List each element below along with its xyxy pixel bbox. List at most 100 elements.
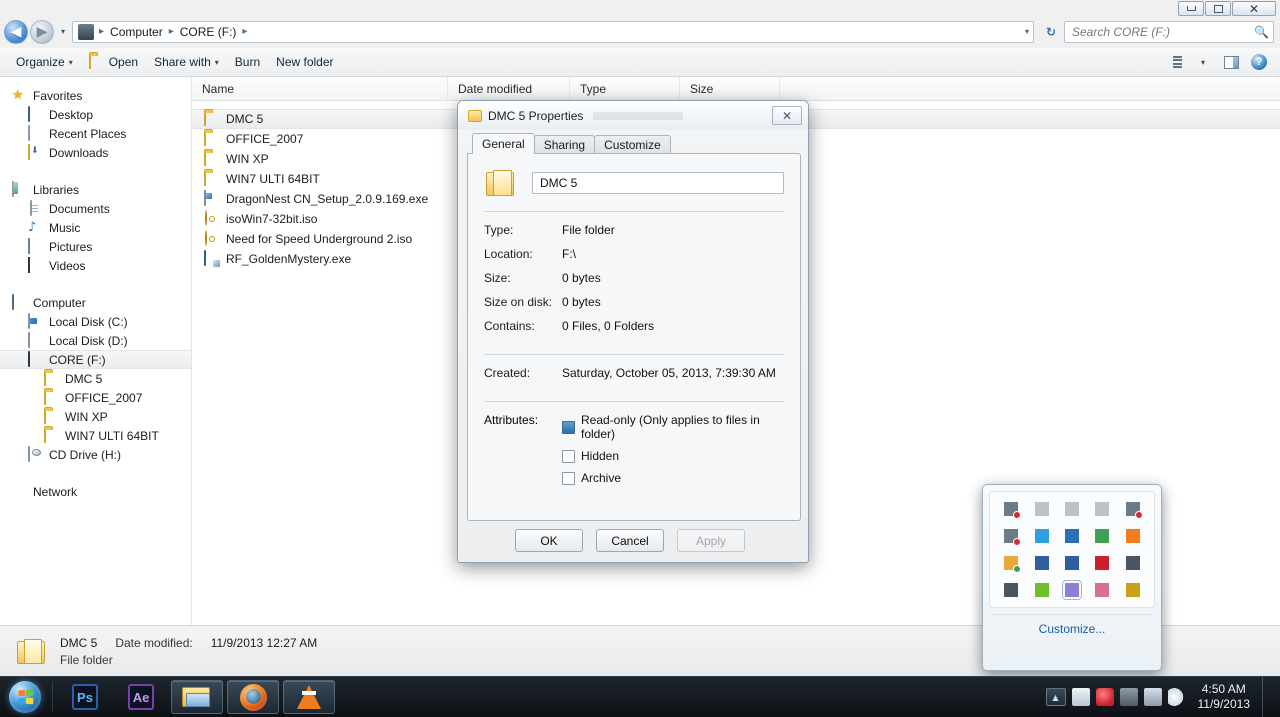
sidebar-item-cd-drive-h[interactable]: CD Drive (H:) <box>0 445 191 464</box>
hidden-checkbox[interactable] <box>562 449 575 463</box>
globe-money-icon[interactable] <box>1093 527 1112 545</box>
sidebar-item-downloads[interactable]: Downloads <box>0 143 191 162</box>
network-error-icon[interactable] <box>1119 688 1138 706</box>
column-header-type[interactable]: Type <box>570 76 680 101</box>
new-folder-button[interactable]: New folder <box>268 51 341 73</box>
breadcrumb-item-computer[interactable]: Computer <box>106 22 167 42</box>
network-disconnected-icon[interactable] <box>1002 500 1022 519</box>
preview-pane-button[interactable] <box>1218 51 1244 73</box>
tab-sharing[interactable]: Sharing <box>533 135 596 154</box>
network-inactive-icon[interactable] <box>1032 500 1051 518</box>
show-desktop-button[interactable] <box>1262 676 1272 717</box>
dialog-tabs: General Sharing Customize <box>467 133 801 154</box>
sidebar-item-office-2007[interactable]: OFFICE_2007 <box>0 388 191 407</box>
vlc-cone-icon[interactable] <box>1123 527 1142 545</box>
sidebar-item-dmc-5[interactable]: DMC 5 <box>0 369 191 388</box>
avatar-icon[interactable] <box>1093 581 1112 599</box>
start-button[interactable] <box>2 678 48 716</box>
action-center-icon[interactable] <box>1071 688 1090 706</box>
folder-name-input[interactable]: DMC 5 <box>532 172 784 194</box>
minimize-button[interactable] <box>1178 1 1204 16</box>
ok-button[interactable]: OK <box>515 529 583 552</box>
clock[interactable]: 4:50 AM 11/9/2013 <box>1192 682 1251 712</box>
column-header-date-modified[interactable]: Date modified <box>448 76 570 101</box>
help-button[interactable]: ? <box>1246 51 1272 73</box>
taskbar-button-vlc[interactable] <box>283 680 335 714</box>
sidebar-item-win-xp[interactable]: WIN XP <box>0 407 191 426</box>
organize-button[interactable]: Organize ▾ <box>8 51 81 73</box>
maximize-restore-button[interactable] <box>1205 1 1231 16</box>
taskbar-button-photoshop[interactable]: Ps <box>59 680 111 714</box>
power-plug-icon[interactable] <box>1095 688 1114 706</box>
taskbar-button-explorer[interactable] <box>171 680 223 714</box>
sync-icon[interactable] <box>1002 554 1022 573</box>
column-header-name[interactable]: Name <box>192 76 448 101</box>
tray-overflow-popup: Customize... <box>982 484 1162 671</box>
burn-button[interactable]: Burn <box>227 51 268 73</box>
checkbox-row-archive[interactable]: Archive <box>562 471 784 485</box>
sidebar-item-pictures[interactable]: Pictures <box>0 237 191 256</box>
back-button[interactable]: ◀ <box>4 19 28 44</box>
show-hidden-icons-button[interactable]: ▲ <box>1045 688 1066 706</box>
taskbar-button-after-effects[interactable]: Ae <box>115 680 167 714</box>
adobe-icon[interactable] <box>1093 554 1112 572</box>
headphones-icon[interactable] <box>1123 554 1142 572</box>
readonly-checkbox[interactable] <box>562 420 575 434</box>
checkbox-row-readonly[interactable]: Read-only (Only applies to files in fold… <box>562 413 784 441</box>
view-dropdown-button[interactable]: ▾ <box>1190 51 1216 73</box>
refresh-button[interactable]: ↻ <box>1040 21 1062 43</box>
history-dropdown-icon[interactable]: ▾ <box>56 21 70 43</box>
network-inactive-3-icon[interactable] <box>1093 500 1112 518</box>
tab-customize[interactable]: Customize <box>594 135 671 154</box>
taskbar-button-firefox[interactable] <box>227 680 279 714</box>
sidebar-item-recent-places[interactable]: Recent Places <box>0 124 191 143</box>
pen-tool-icon[interactable] <box>1061 580 1082 600</box>
property-key: Type: <box>484 223 514 237</box>
close-button[interactable]: ✕ <box>1232 1 1276 16</box>
sidebar-item-core-f[interactable]: CORE (F:) <box>0 350 191 369</box>
sidebar-item-desktop[interactable]: Desktop <box>0 105 191 124</box>
sidebar-item-win7-ulti-64bit[interactable]: WIN7 ULTI 64BIT <box>0 426 191 445</box>
sidebar-item-documents[interactable]: Documents <box>0 199 191 218</box>
breadcrumb-item-core[interactable]: CORE (F:) <box>176 22 241 42</box>
3d-settings-icon[interactable] <box>1062 527 1081 545</box>
breadcrumb[interactable]: ▸ Computer ▸ CORE (F:) ▸ ▾ <box>72 20 1034 43</box>
sidebar-item-local-disk-d[interactable]: Local Disk (D:) <box>0 331 191 350</box>
checkbox-row-hidden[interactable]: Hidden <box>562 449 784 463</box>
volume-icon[interactable] <box>1167 688 1186 706</box>
change-view-button[interactable] <box>1162 51 1188 73</box>
forward-button[interactable]: ▶ <box>30 19 54 44</box>
sidebar-item-label: Local Disk (C:) <box>49 314 128 329</box>
search-input[interactable]: Search CORE (F:) <box>1072 25 1254 39</box>
network-disconnected-3-icon[interactable] <box>1002 527 1022 546</box>
network-disconnected-2-icon[interactable] <box>1123 500 1143 519</box>
archive-checkbox[interactable] <box>562 471 575 485</box>
sidebar-item-local-disk-c[interactable]: Local Disk (C:) <box>0 312 191 331</box>
column-header-size[interactable]: Size <box>680 76 780 101</box>
sidebar-item-favorites[interactable]: ★ Favorites <box>0 86 191 105</box>
customize-link[interactable]: Customize... <box>989 615 1155 643</box>
sidebar-item-libraries[interactable]: Libraries <box>0 180 191 199</box>
tab-general[interactable]: General <box>472 133 535 154</box>
sidebar-item-computer[interactable]: Computer <box>0 293 191 312</box>
open-button[interactable]: Open <box>81 51 146 73</box>
monitor-tray-icon[interactable] <box>1143 688 1162 706</box>
share-with-button[interactable]: Share with ▾ <box>146 51 227 73</box>
nvidia-icon[interactable] <box>1032 581 1051 599</box>
monitor-icon[interactable] <box>1002 581 1021 599</box>
power-icon[interactable] <box>1123 581 1142 599</box>
display-graph-2-icon[interactable] <box>1062 554 1081 572</box>
display-graph-icon[interactable] <box>1032 554 1051 572</box>
file-name: WIN7 ULTI 64BIT <box>226 172 320 186</box>
search-box[interactable]: Search CORE (F:) 🔍 <box>1064 20 1274 43</box>
sidebar-item-network[interactable]: Network <box>0 482 191 501</box>
breadcrumb-dropdown-icon[interactable]: ▾ <box>1025 27 1029 36</box>
property-value: Saturday, October 05, 2013, 7:39:30 AM <box>562 366 776 380</box>
cancel-button[interactable]: Cancel <box>596 529 664 552</box>
dialog-close-button[interactable]: ✕ <box>772 106 802 125</box>
sidebar-item-videos[interactable]: Videos <box>0 256 191 275</box>
wireless-console-icon[interactable] <box>1032 527 1051 545</box>
sidebar-item-music[interactable]: ♪ Music <box>0 218 191 237</box>
network-inactive-2-icon[interactable] <box>1062 500 1081 518</box>
